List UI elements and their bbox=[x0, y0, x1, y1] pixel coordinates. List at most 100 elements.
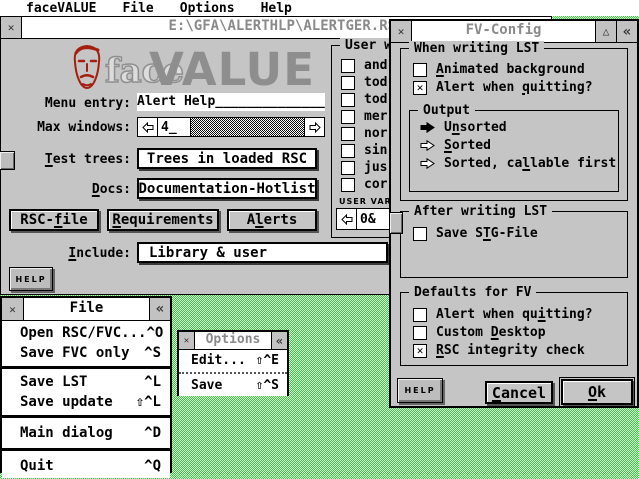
menu-entry-input[interactable]: Alert Help______________ bbox=[137, 93, 325, 111]
close-icon[interactable]: ✕ bbox=[391, 21, 412, 42]
main-help-button[interactable]: HELP bbox=[9, 267, 53, 291]
menu-item-label: Open RSC/FVC... bbox=[20, 325, 146, 341]
menu-item-save-lst[interactable]: Save LST^L bbox=[2, 372, 170, 392]
file-menu-title[interactable]: File bbox=[24, 298, 149, 320]
spinner-left-arrow-icon[interactable] bbox=[138, 118, 157, 136]
checkbox-label: Save STG-File bbox=[436, 226, 538, 241]
close-icon[interactable]: ✕ bbox=[1, 17, 22, 38]
spinner-right-arrow-icon[interactable] bbox=[305, 118, 324, 136]
menu-facevalue[interactable]: faceVALUE bbox=[26, 1, 96, 16]
spinner-left-arrow-icon[interactable] bbox=[337, 209, 356, 229]
iconify-icon[interactable]: « bbox=[271, 332, 287, 349]
options-menu-title[interactable]: Options bbox=[195, 332, 271, 349]
cancel-button[interactable]: Cancel bbox=[485, 381, 553, 404]
menu-item-shortcut: ^O bbox=[146, 325, 163, 341]
checkbox[interactable] bbox=[341, 76, 355, 90]
fv-config-title[interactable]: FV-Config bbox=[412, 21, 595, 42]
menu-item-edit[interactable]: Edit...⇧^E bbox=[179, 350, 287, 371]
menu-help[interactable]: Help bbox=[261, 1, 292, 16]
menu-item-label: Save update bbox=[20, 394, 113, 410]
requirements-button[interactable]: Requirements bbox=[107, 209, 219, 231]
menu-item-main-dialog[interactable]: Main dialog^D bbox=[2, 421, 170, 445]
output-group: Output Unsorted Sorted Sorted, callable … bbox=[409, 110, 619, 192]
close-icon[interactable]: ✕ bbox=[2, 298, 24, 320]
iconify-icon[interactable]: « bbox=[616, 21, 637, 42]
checkbox-label: Custom Desktop bbox=[436, 325, 546, 340]
iconify-icon[interactable]: « bbox=[149, 298, 170, 320]
checkbox[interactable] bbox=[341, 144, 355, 158]
checkbox[interactable] bbox=[413, 227, 427, 241]
output-group-label: Output bbox=[418, 103, 475, 118]
checkbox-label: mer bbox=[364, 109, 387, 124]
radio-sorted-callable[interactable]: Sorted, callable first bbox=[420, 156, 616, 171]
checkbox[interactable] bbox=[413, 63, 427, 77]
checkbox[interactable] bbox=[413, 326, 427, 340]
menu-item-label: Quit bbox=[20, 458, 54, 474]
fuller-icon[interactable]: △ bbox=[595, 21, 616, 42]
fv-help-button[interactable]: HELP bbox=[397, 378, 443, 403]
max-windows-value[interactable]: 4_ bbox=[158, 118, 190, 136]
fv-config-window: ✕ FV-Config △ « When writing LST Animate… bbox=[389, 19, 639, 408]
file-menu-titlebar: ✕ File « bbox=[2, 298, 170, 321]
menu-separator bbox=[2, 448, 170, 451]
menu-item-shortcut: ⇧^E bbox=[256, 353, 279, 368]
menu-options[interactable]: Options bbox=[180, 1, 235, 16]
max-windows-stepper: 4_ bbox=[137, 117, 325, 137]
checkbox-label: Animated background bbox=[436, 62, 585, 77]
docs-label: Docs: bbox=[19, 182, 131, 197]
menu-item-open-rsc[interactable]: Open RSC/FVC...^O bbox=[2, 323, 170, 343]
checkbox[interactable] bbox=[341, 161, 355, 175]
test-trees-popup[interactable]: Trees in loaded RSC bbox=[137, 148, 317, 169]
docs-popup[interactable]: Documentation-Hotlist bbox=[137, 178, 317, 199]
checkbox-label: sin bbox=[364, 143, 387, 158]
menu-item-label: Save FVC only bbox=[20, 345, 130, 361]
menu-item-label: Main dialog bbox=[20, 425, 113, 441]
options-menu-window: ✕ Options « Edit...⇧^E Save⇧^S bbox=[177, 330, 289, 396]
checkbox[interactable] bbox=[341, 178, 355, 192]
menu-separator bbox=[179, 372, 287, 374]
checkbox[interactable] bbox=[341, 59, 355, 73]
menu-separator bbox=[2, 415, 170, 418]
when-writing-group: When writing LST Animated background Ale… bbox=[400, 48, 628, 201]
menu-item-save[interactable]: Save⇧^S bbox=[179, 375, 287, 396]
menu-item-shortcut: ^L bbox=[144, 374, 161, 390]
user-var-label: USER VAR: bbox=[339, 197, 396, 206]
checkbox-label: tod bbox=[364, 92, 387, 107]
rsc-file-button[interactable]: RSC-file bbox=[9, 209, 99, 231]
file-menu-window: ✕ File « Open RSC/FVC...^O Save FVC only… bbox=[0, 296, 172, 473]
include-label: Include: bbox=[19, 246, 131, 261]
checkbox[interactable] bbox=[341, 93, 355, 107]
ok-button[interactable]: Ok bbox=[561, 379, 633, 405]
menu-bar: faceVALUE File Options Help bbox=[0, 0, 639, 16]
edge-widget[interactable] bbox=[389, 212, 403, 234]
menu-item-shortcut: ⇧^L bbox=[136, 394, 161, 410]
radio-sorted[interactable]: Sorted bbox=[420, 138, 491, 153]
menu-item-quit[interactable]: Quit^Q bbox=[2, 454, 170, 478]
checkbox-label: Alert when quitting? bbox=[436, 80, 593, 95]
checkbox[interactable] bbox=[413, 308, 427, 322]
spinner-track[interactable] bbox=[191, 118, 304, 136]
radio-unsorted[interactable]: Unsorted bbox=[420, 120, 507, 135]
include-popup[interactable]: Library & user bbox=[137, 242, 388, 263]
edge-widget[interactable] bbox=[0, 151, 15, 170]
user-var-value[interactable]: 0& bbox=[357, 209, 389, 229]
radio-arrow-icon bbox=[420, 140, 435, 151]
menu-item-shortcut: ⇧^S bbox=[256, 378, 279, 393]
options-menu-titlebar: ✕ Options « bbox=[179, 332, 287, 350]
radio-arrow-icon bbox=[420, 122, 435, 133]
checkbox[interactable] bbox=[341, 127, 355, 141]
checkbox[interactable] bbox=[341, 110, 355, 124]
checkbox[interactable] bbox=[413, 344, 427, 358]
desktop: faceVALUE File Options Help ✕ E:\GFA\ALE… bbox=[0, 0, 639, 479]
radio-label: Sorted bbox=[444, 138, 491, 153]
menu-item-save-fvc[interactable]: Save FVC only^S bbox=[2, 343, 170, 363]
menu-file[interactable]: File bbox=[122, 1, 153, 16]
checkbox-label: tod bbox=[364, 75, 387, 90]
close-icon[interactable]: ✕ bbox=[179, 332, 195, 349]
alerts-button[interactable]: Alerts bbox=[227, 209, 317, 231]
menu-item-save-update[interactable]: Save update ⇧^L bbox=[2, 392, 170, 412]
menu-entry-label: Menu entry: bbox=[19, 96, 131, 111]
checkbox-label: Alert when quitting? bbox=[436, 307, 593, 322]
fv-config-titlebar: ✕ FV-Config △ « bbox=[391, 21, 637, 43]
checkbox[interactable] bbox=[413, 81, 427, 95]
